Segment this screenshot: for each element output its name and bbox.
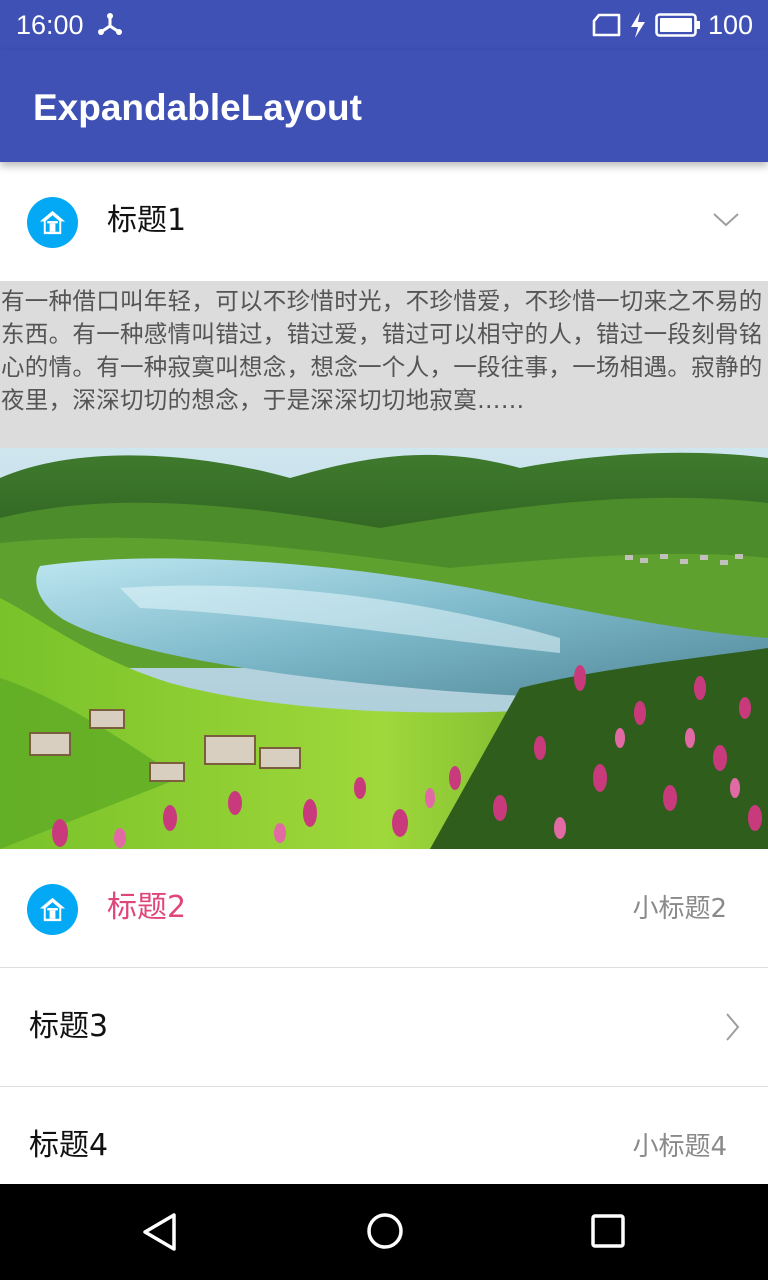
recent-apps-icon[interactable] [590, 1213, 626, 1249]
navigation-bar [0, 1184, 768, 1280]
list-item-2[interactable]: 标题2 小标题2 [0, 849, 768, 968]
status-time: 16:00 [16, 10, 84, 40]
screen: 16:00 100 ExpandableLayout 标题1 有一种借口叫年轻，… [0, 0, 768, 1280]
chevron-right-icon [726, 1013, 740, 1041]
list-item-4-title: 标题4 [29, 1128, 109, 1163]
chevron-down-icon[interactable] [712, 210, 740, 230]
expandable-list: 标题1 有一种借口叫年轻，可以不珍惜时光，不珍惜爱，不珍惜一切来之不易的东西。有… [0, 162, 768, 1206]
list-item-2-title: 标题2 [107, 890, 187, 925]
expanded-content-text: 有一种借口叫年轻，可以不珍惜时光，不珍惜爱，不珍惜一切来之不易的东西。有一种感情… [0, 281, 767, 448]
list-item-2-subtitle: 小标题2 [632, 894, 727, 924]
list-item-3-title: 标题3 [29, 1009, 109, 1044]
list-item-4-subtitle: 小标题4 [632, 1132, 727, 1162]
home-circle-icon[interactable] [365, 1211, 405, 1251]
list-item-1-content: 有一种借口叫年轻，可以不珍惜时光，不珍惜爱，不珍惜一切来之不易的东西。有一种感情… [0, 281, 768, 849]
charging-icon [631, 12, 645, 38]
usb-icon [98, 13, 122, 35]
back-icon[interactable] [140, 1212, 180, 1252]
list-item-3[interactable]: 标题3 [0, 968, 768, 1087]
list-item-1-title: 标题1 [107, 203, 187, 238]
sim-card-icon [592, 13, 621, 37]
app-title: ExpandableLayout [33, 87, 362, 128]
landscape-lake-photo [0, 448, 768, 849]
list-item-1-header[interactable]: 标题1 [0, 162, 768, 281]
app-bar: ExpandableLayout [0, 50, 768, 162]
battery-icon [655, 13, 700, 37]
home-icon [27, 197, 78, 248]
battery-level: 100 [708, 10, 754, 40]
home-icon [27, 884, 78, 935]
status-bar: 16:00 100 [0, 0, 768, 50]
